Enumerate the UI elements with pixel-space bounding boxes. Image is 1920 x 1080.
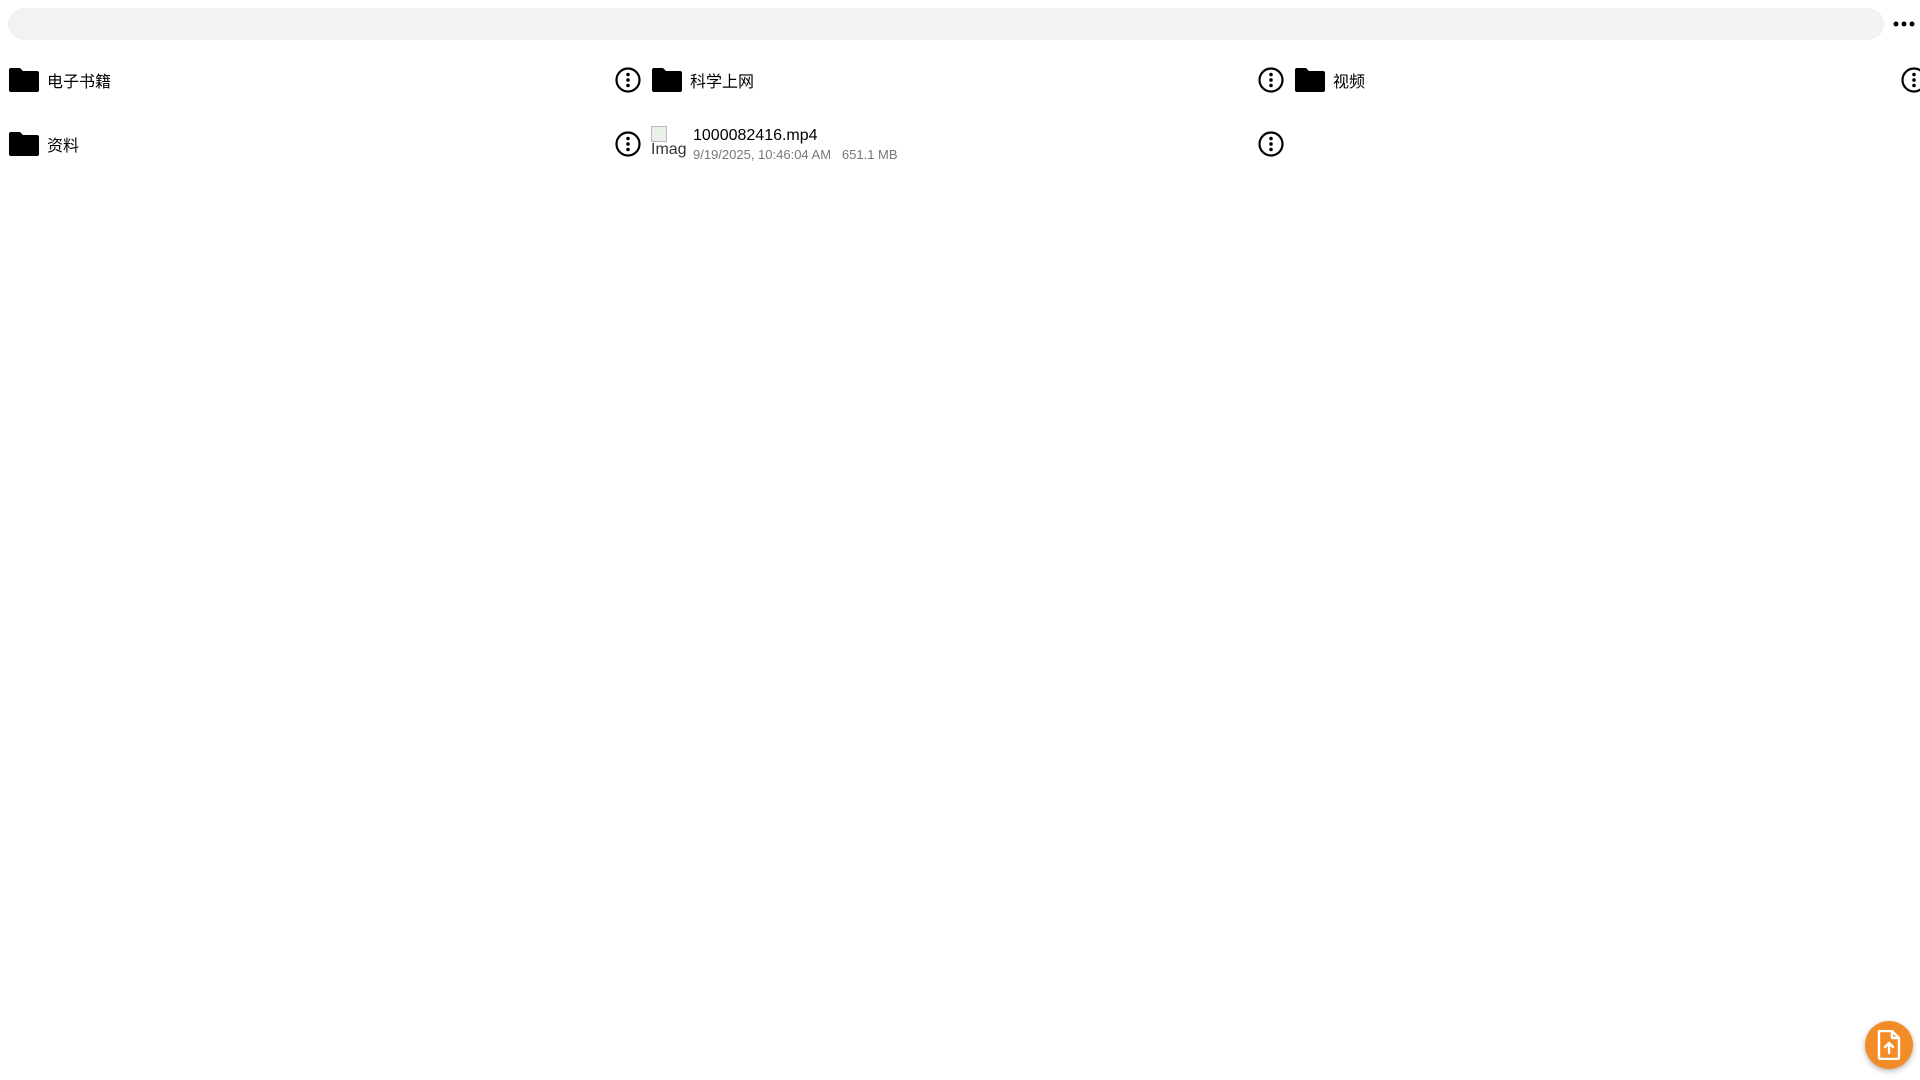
- item-menu-button[interactable]: [1900, 66, 1920, 94]
- more-vertical-icon: [1258, 131, 1284, 157]
- item-menu-button[interactable]: [1257, 66, 1285, 94]
- upload-file-button[interactable]: [1865, 1021, 1913, 1069]
- upload-file-icon: [1877, 1030, 1901, 1060]
- folder-name: 视频: [1333, 74, 1366, 91]
- item-menu-button[interactable]: [614, 130, 642, 158]
- folder-name: 资料: [47, 138, 80, 155]
- file-meta: 9/19/2025, 10:46:04 AM 651.1 MB: [693, 147, 898, 163]
- folder-name: 电子书籍: [47, 74, 112, 91]
- file-name: 1000082416.mp4: [693, 126, 818, 144]
- folder-item[interactable]: 资料: [8, 118, 651, 170]
- more-options-button[interactable]: [1892, 12, 1916, 36]
- file-modified: 9/19/2025, 10:46:04 AM: [693, 146, 832, 162]
- file-grid: 电子书籍 科学上网 视频 资料 Imag 1000082416.mp4 9/19…: [0, 54, 1920, 182]
- folder-icon: [1294, 64, 1326, 96]
- top-bar: [8, 8, 1884, 40]
- more-horizontal-icon: [1893, 21, 1915, 27]
- folder-name: 科学上网: [690, 74, 755, 91]
- folder-icon: [651, 64, 683, 96]
- item-menu-button[interactable]: [614, 66, 642, 94]
- thumbnail-alt-text: Image: [651, 141, 687, 158]
- more-vertical-icon: [615, 67, 641, 93]
- more-vertical-icon: [615, 131, 641, 157]
- file-info: 1000082416.mp4 9/19/2025, 10:46:04 AM 65…: [693, 126, 898, 163]
- folder-icon: [8, 128, 40, 160]
- more-vertical-icon: [1258, 67, 1284, 93]
- video-thumbnail: Image: [651, 126, 687, 162]
- item-menu-button[interactable]: [1257, 130, 1285, 158]
- folder-item[interactable]: 科学上网: [651, 54, 1294, 106]
- broken-image-icon: [651, 126, 667, 142]
- file-item[interactable]: Image 1000082416.mp4 9/19/2025, 10:46:04…: [651, 118, 1294, 170]
- more-vertical-icon: [1901, 67, 1920, 93]
- folder-icon: [8, 64, 40, 96]
- folder-item[interactable]: 视频: [1294, 54, 1920, 106]
- grid-row: 电子书籍 科学上网 视频: [0, 54, 1920, 118]
- folder-item[interactable]: 电子书籍: [8, 54, 651, 106]
- file-size: 651.1 MB: [841, 146, 898, 162]
- grid-row: 资料 Image 1000082416.mp4 9/19/2025, 10:46…: [0, 118, 1920, 182]
- path-bar[interactable]: [8, 8, 1884, 40]
